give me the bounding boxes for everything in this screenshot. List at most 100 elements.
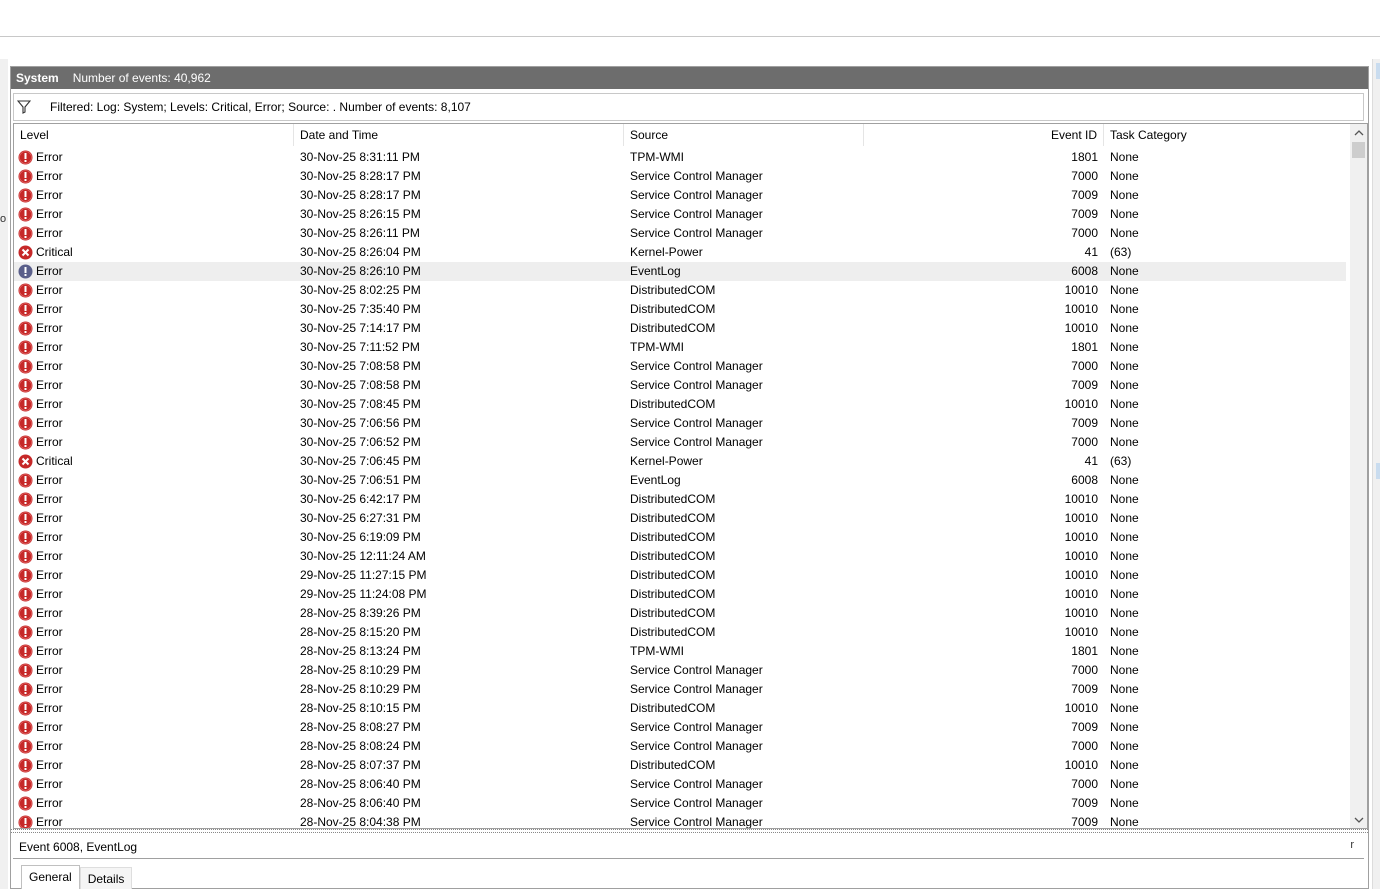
column-header-event-id[interactable]: Event ID [864, 124, 1104, 146]
right-pane-marker [1376, 463, 1380, 479]
cell-level: Error [18, 623, 63, 642]
cell-level: Error [18, 775, 63, 794]
error-icon [18, 302, 33, 317]
table-row[interactable]: Error 30-Nov-25 8:31:11 PM TPM-WMI 1801 None [14, 148, 1346, 167]
level-text: Error [36, 283, 63, 297]
table-row[interactable]: Error 28-Nov-25 8:04:38 PM Service Control… [14, 813, 1346, 829]
cell-source: Service Control Manager [630, 416, 763, 430]
cell-date-time: 28-Nov-25 8:04:38 PM [300, 815, 421, 829]
level-text: Error [36, 416, 63, 430]
table-row[interactable]: Error 28-Nov-25 8:15:20 PM DistributedCOM 1… [14, 623, 1346, 642]
level-text: Error [36, 435, 63, 449]
column-header-level[interactable]: Level [14, 124, 294, 146]
cell-task-category: None [1110, 340, 1139, 354]
filter-description: Filtered: Log: System; Levels: Critical,… [50, 100, 471, 114]
cell-source: Service Control Manager [630, 796, 763, 810]
column-header-date[interactable]: Date and Time [294, 124, 624, 146]
table-row[interactable]: Error 30-Nov-25 8:02:25 PM DistributedCOM 1… [14, 281, 1346, 300]
cell-level: Error [18, 433, 63, 452]
table-row[interactable]: Error 30-Nov-25 7:06:52 PM Service Control… [14, 433, 1346, 452]
level-text: Error [36, 796, 63, 810]
cell-level: Error [18, 395, 63, 414]
table-row[interactable]: Error 30-Nov-25 6:42:17 PM DistributedCOM 1… [14, 490, 1346, 509]
log-header-bar: System Number of events: 40,962 [11, 67, 1368, 89]
table-row[interactable]: Error 28-Nov-25 8:08:24 PM Service Control… [14, 737, 1346, 756]
tab-general[interactable]: General [21, 865, 80, 889]
table-row[interactable]: Error 30-Nov-25 12:11:24 AM DistributedCOM… [14, 547, 1346, 566]
level-text: Error [36, 169, 63, 183]
table-row[interactable]: Error 30-Nov-25 7:08:45 PM DistributedCOM 1… [14, 395, 1346, 414]
cell-level: Error [18, 186, 63, 205]
event-log-panel: System Number of events: 40,962 Filtered… [10, 66, 1369, 889]
level-text: Error [36, 606, 63, 620]
table-row[interactable]: Error 28-Nov-25 8:10:29 PM Service Control… [14, 680, 1346, 699]
table-row[interactable]: Error 29-Nov-25 11:27:15 PM DistributedCOM… [14, 566, 1346, 585]
table-row[interactable]: Error 30-Nov-25 7:08:58 PM Service Control… [14, 357, 1346, 376]
error-icon [18, 226, 33, 241]
column-header-source[interactable]: Source [624, 124, 864, 146]
cell-level: Error [18, 490, 63, 509]
cell-date-time: 30-Nov-25 8:28:17 PM [300, 188, 421, 202]
table-row[interactable]: Error 30-Nov-25 8:26:15 PM Service Control… [14, 205, 1346, 224]
cell-source: Service Control Manager [630, 226, 763, 240]
table-row[interactable]: Error 30-Nov-25 7:14:17 PM DistributedCOM 1… [14, 319, 1346, 338]
cell-event-id: 10010 [1064, 283, 1098, 297]
table-row[interactable]: Error 28-Nov-25 8:10:29 PM Service Control… [14, 661, 1346, 680]
table-row[interactable]: Critical 30-Nov-25 8:26:04 PM Kernel-Power… [14, 243, 1346, 262]
vertical-scrollbar[interactable] [1350, 124, 1367, 828]
level-text: Error [36, 511, 63, 525]
table-row[interactable]: Error 30-Nov-25 8:28:17 PM Service Control… [14, 186, 1346, 205]
table-row[interactable]: Error 28-Nov-25 8:07:37 PM DistributedCOM 1… [14, 756, 1346, 775]
table-row[interactable]: Error 30-Nov-25 7:11:52 PM TPM-WMI 1801 None [14, 338, 1346, 357]
cell-event-id: 7009 [1071, 416, 1098, 430]
table-row[interactable]: Error 30-Nov-25 7:06:56 PM Service Control… [14, 414, 1346, 433]
cell-task-category: None [1110, 682, 1139, 696]
column-header-task-category[interactable]: Task Category [1104, 124, 1346, 146]
cell-date-time: 28-Nov-25 8:10:29 PM [300, 663, 421, 677]
table-row[interactable]: Error 30-Nov-25 8:26:10 PM EventLog 6008 Non… [14, 262, 1346, 281]
detail-close-icon[interactable]: r [1350, 839, 1354, 851]
level-text: Error [36, 226, 63, 240]
cell-event-id: 41 [1084, 454, 1098, 468]
cell-date-time: 29-Nov-25 11:27:15 PM [300, 568, 427, 582]
table-row[interactable]: Error 28-Nov-25 8:08:27 PM Service Control… [14, 718, 1346, 737]
table-row[interactable]: Error 28-Nov-25 8:10:15 PM DistributedCOM 1… [14, 699, 1346, 718]
table-row[interactable]: Error 28-Nov-25 8:06:40 PM Service Control… [14, 775, 1346, 794]
level-text: Error [36, 492, 63, 506]
scroll-up-icon[interactable] [1350, 124, 1367, 141]
cell-date-time: 28-Nov-25 8:10:29 PM [300, 682, 421, 696]
table-row[interactable]: Error 28-Nov-25 8:13:24 PM TPM-WMI 1801 None [14, 642, 1346, 661]
scroll-down-icon[interactable] [1350, 811, 1367, 828]
level-text: Error [36, 264, 63, 278]
tab-details[interactable]: Details [79, 867, 133, 889]
cell-source: Service Control Manager [630, 169, 763, 183]
scroll-thumb[interactable] [1352, 142, 1365, 158]
cell-source: Service Control Manager [630, 359, 763, 373]
filter-icon [17, 99, 33, 115]
table-row[interactable]: Error 30-Nov-25 7:08:58 PM Service Control… [14, 376, 1346, 395]
cell-date-time: 30-Nov-25 7:14:17 PM [300, 321, 421, 335]
table-row[interactable]: Error 30-Nov-25 7:35:40 PM DistributedCOM 1… [14, 300, 1346, 319]
cell-level: Error [18, 414, 63, 433]
cell-level: Error [18, 300, 63, 319]
table-row[interactable]: Error 30-Nov-25 8:28:17 PM Service Control… [14, 167, 1346, 186]
cell-task-category: None [1110, 264, 1139, 278]
cell-task-category: None [1110, 606, 1139, 620]
filter-bar[interactable]: Filtered: Log: System; Levels: Critical,… [13, 93, 1364, 121]
cell-source: DistributedCOM [630, 511, 716, 525]
event-detail-title: Event 6008, EventLog [19, 839, 138, 854]
table-row[interactable]: Error 30-Nov-25 8:26:11 PM Service Control… [14, 224, 1346, 243]
table-row[interactable]: Error 28-Nov-25 8:39:26 PM DistributedCOM 1… [14, 604, 1346, 623]
table-row[interactable]: Error 30-Nov-25 6:27:31 PM DistributedCOM 1… [14, 509, 1346, 528]
error-icon [18, 359, 33, 374]
table-row[interactable]: Error 30-Nov-25 6:19:09 PM DistributedCOM 1… [14, 528, 1346, 547]
cell-date-time: 28-Nov-25 8:10:15 PM [300, 701, 421, 715]
level-text: Error [36, 587, 63, 601]
level-text: Critical [36, 245, 73, 259]
column-header-row: Level Date and Time Source Event ID Task… [14, 124, 1346, 146]
table-row[interactable]: Critical 30-Nov-25 7:06:45 PM Kernel-Power… [14, 452, 1346, 471]
pane-splitter[interactable] [11, 829, 1368, 833]
table-row[interactable]: Error 30-Nov-25 7:06:51 PM EventLog 6008 Non… [14, 471, 1346, 490]
table-row[interactable]: Error 29-Nov-25 11:24:08 PM DistributedCOM… [14, 585, 1346, 604]
table-row[interactable]: Error 28-Nov-25 8:06:40 PM Service Control… [14, 794, 1346, 813]
